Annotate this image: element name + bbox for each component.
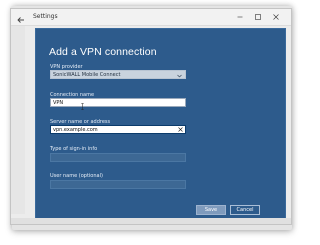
- back-arrow-icon[interactable]: [16, 12, 26, 23]
- save-button[interactable]: Save: [196, 205, 226, 215]
- window-bottom-edge: [11, 218, 291, 224]
- server-address-field[interactable]: vpn.example.com: [50, 125, 186, 134]
- connection-name-value: VPN: [53, 100, 64, 106]
- add-vpn-dialog: Add a VPN connection VPN provider SonicW…: [35, 28, 286, 219]
- close-icon[interactable]: [269, 11, 282, 23]
- maximize-icon[interactable]: [251, 11, 264, 23]
- minimize-icon[interactable]: [233, 11, 246, 23]
- sign-in-type-label: Type of sign-in info: [50, 146, 98, 152]
- vpn-provider-select[interactable]: SonicWALL Mobile Connect: [50, 70, 186, 79]
- window-title: Settings: [33, 13, 58, 20]
- clear-text-icon[interactable]: [178, 127, 183, 135]
- vpn-provider-value: SonicWALL Mobile Connect: [53, 72, 121, 78]
- settings-sidebar: [11, 26, 25, 214]
- sign-in-type-select[interactable]: [50, 153, 186, 162]
- chevron-down-icon: [177, 73, 182, 81]
- title-bar[interactable]: Settings: [11, 9, 291, 26]
- cancel-button[interactable]: Cancel: [230, 205, 260, 215]
- settings-window: Settings Add a VPN connection VPN provid…: [10, 8, 292, 225]
- username-field[interactable]: [50, 180, 186, 189]
- text-cursor-icon: [81, 97, 84, 115]
- server-address-value: vpn.example.com: [53, 127, 98, 133]
- dialog-title: Add a VPN connection: [49, 46, 157, 58]
- username-label: User name (optional): [50, 173, 103, 179]
- connection-name-field[interactable]: VPN: [50, 98, 186, 107]
